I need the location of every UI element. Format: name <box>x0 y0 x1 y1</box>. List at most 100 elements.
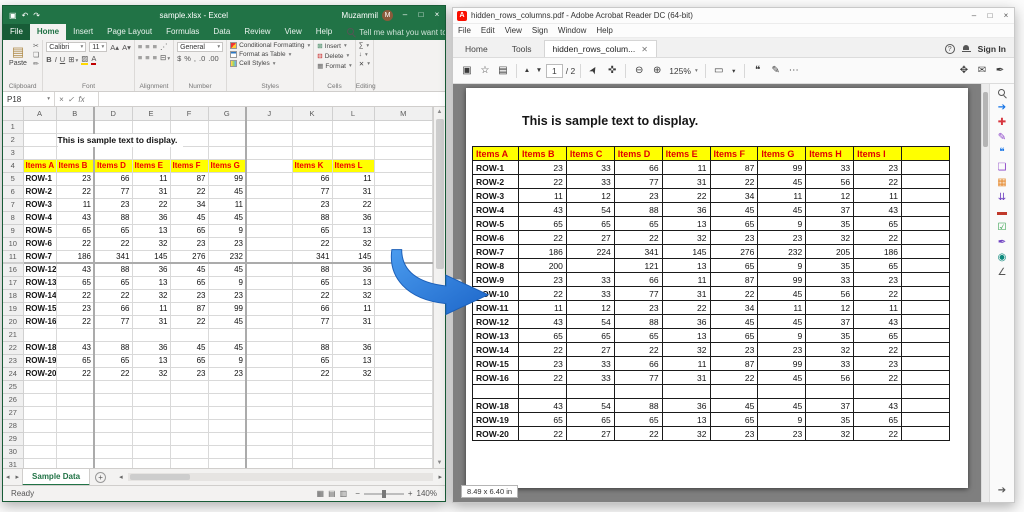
search-icon[interactable] <box>998 89 1007 98</box>
cell-E-10[interactable]: 32 <box>132 237 170 250</box>
cell-L-31[interactable] <box>332 458 374 468</box>
align-center-icon[interactable]: ≡ <box>145 53 149 62</box>
sign-icon[interactable]: ✒ <box>998 238 1006 248</box>
scroll-mode-icon[interactable]: ✥ <box>956 65 972 76</box>
number-format-select[interactable]: General▾ <box>177 42 223 52</box>
cell-F-17[interactable]: 65 <box>170 276 208 289</box>
row-header-31[interactable]: 31 <box>3 458 23 468</box>
copy-icon[interactable]: ❏ <box>33 51 39 59</box>
cell-L-22[interactable]: 36 <box>332 341 374 354</box>
cell-F-24[interactable]: 23 <box>170 367 208 380</box>
cell-K-2[interactable] <box>292 133 332 146</box>
cell-F-16[interactable]: 45 <box>170 263 208 276</box>
row-header-25[interactable]: 25 <box>3 380 23 393</box>
stamp-icon[interactable]: ◉ <box>998 253 1007 263</box>
cell-D-5[interactable]: 66 <box>94 172 132 185</box>
tab-home[interactable]: Home <box>453 41 500 57</box>
create-pdf-icon[interactable]: ✚ <box>998 118 1006 128</box>
cell-E-18[interactable]: 32 <box>132 289 170 302</box>
sign-in-button[interactable]: Sign In <box>978 44 1006 54</box>
cell-M-2[interactable] <box>374 133 433 146</box>
cell-A-30[interactable] <box>23 445 56 458</box>
cancel-icon[interactable]: × <box>59 95 64 104</box>
cell-J-31[interactable] <box>246 458 292 468</box>
orientation-icon[interactable]: ⋰ <box>160 42 168 51</box>
sheet-nav-left-icon[interactable]: ◂ <box>3 473 13 481</box>
zoom-in-icon[interactable]: + <box>408 489 413 498</box>
cell-D-22[interactable]: 88 <box>94 341 132 354</box>
cut-icon[interactable]: ✂ <box>33 42 39 50</box>
cell-D-27[interactable] <box>94 406 132 419</box>
scroll-left-icon[interactable]: ◂ <box>116 473 126 481</box>
cell-K-1[interactable] <box>292 120 332 133</box>
cell-E-25[interactable] <box>132 380 170 393</box>
cell-G-9[interactable]: 9 <box>208 224 246 237</box>
cell-D-9[interactable]: 65 <box>94 224 132 237</box>
cell-A-16[interactable]: ROW-12 <box>23 263 56 276</box>
cell-E-17[interactable]: 13 <box>132 276 170 289</box>
borders-icon[interactable]: ⊞▾ <box>68 55 78 64</box>
cell-G-7[interactable]: 11 <box>208 198 246 211</box>
cell-L-8[interactable]: 36 <box>332 211 374 224</box>
cell-J-25[interactable] <box>246 380 292 393</box>
page-break-view-icon[interactable]: ▥ <box>340 489 348 498</box>
cell-M-4[interactable] <box>374 159 433 172</box>
horizontal-scrollbar[interactable]: ◂ ▸ <box>116 469 445 485</box>
cell-B-4[interactable]: Items B <box>56 159 94 172</box>
row-header-27[interactable]: 27 <box>3 406 23 419</box>
column-header-M[interactable]: M <box>374 107 433 120</box>
cell-F-8[interactable]: 45 <box>170 211 208 224</box>
cell-E-31[interactable] <box>132 458 170 468</box>
cell-F-26[interactable] <box>170 393 208 406</box>
minimize-button[interactable]: – <box>397 6 413 24</box>
cell-K-20[interactable]: 77 <box>292 315 332 328</box>
cell-D-28[interactable] <box>94 419 132 432</box>
cell-A-25[interactable] <box>23 380 56 393</box>
new-sheet-button[interactable]: + <box>95 472 106 483</box>
italic-icon[interactable]: I <box>55 55 57 64</box>
cell-A-10[interactable]: ROW-6 <box>23 237 56 250</box>
cell-F-22[interactable]: 45 <box>170 341 208 354</box>
cell-J-11[interactable] <box>246 250 292 263</box>
fill-button[interactable]: ↓▾ <box>359 51 370 58</box>
cell-K-10[interactable]: 22 <box>292 237 332 250</box>
cell-K-5[interactable]: 66 <box>292 172 332 185</box>
menu-sign[interactable]: Sign <box>527 26 553 35</box>
row-header-24[interactable]: 24 <box>3 367 23 380</box>
column-header-F[interactable]: F <box>170 107 208 120</box>
cell-B-6[interactable]: 22 <box>56 185 94 198</box>
cell-G-21[interactable] <box>208 328 246 341</box>
cell-E-16[interactable]: 36 <box>132 263 170 276</box>
cell-K-22[interactable]: 88 <box>292 341 332 354</box>
page-down-icon[interactable]: ▼ <box>534 67 544 74</box>
cell-A-5[interactable]: ROW-1 <box>23 172 56 185</box>
cell-F-10[interactable]: 23 <box>170 237 208 250</box>
cell-B-28[interactable] <box>56 419 94 432</box>
cell-K-25[interactable] <box>292 380 332 393</box>
cell-F-29[interactable] <box>170 432 208 445</box>
cell-E-6[interactable]: 31 <box>132 185 170 198</box>
cell-E-20[interactable]: 31 <box>132 315 170 328</box>
font-size-select[interactable]: 11▾ <box>89 42 107 52</box>
cell-K-17[interactable]: 65 <box>292 276 332 289</box>
cell-K-6[interactable]: 77 <box>292 185 332 198</box>
cell-A-18[interactable]: ROW-14 <box>23 289 56 302</box>
cell-F-25[interactable] <box>170 380 208 393</box>
cell-B-11[interactable]: 186 <box>56 250 94 263</box>
export-pdf-icon[interactable]: ➔ <box>998 103 1006 113</box>
cell-E-3[interactable] <box>132 146 170 159</box>
tab-tools[interactable]: Tools <box>500 41 544 57</box>
column-header-B[interactable]: B <box>56 107 94 120</box>
cell-A-7[interactable]: ROW-3 <box>23 198 56 211</box>
cell-G-6[interactable]: 45 <box>208 185 246 198</box>
cell-M-3[interactable] <box>374 146 433 159</box>
cell-M-21[interactable] <box>374 328 433 341</box>
row-header-6[interactable]: 6 <box>3 185 23 198</box>
cell-E-28[interactable] <box>132 419 170 432</box>
cell-B-22[interactable]: 43 <box>56 341 94 354</box>
cell-K-7[interactable]: 23 <box>292 198 332 211</box>
row-header-17[interactable]: 17 <box>3 276 23 289</box>
compress-pdf-icon[interactable]: ⇊ <box>998 193 1006 203</box>
cell-G-23[interactable]: 9 <box>208 354 246 367</box>
cell-B-31[interactable] <box>56 458 94 468</box>
